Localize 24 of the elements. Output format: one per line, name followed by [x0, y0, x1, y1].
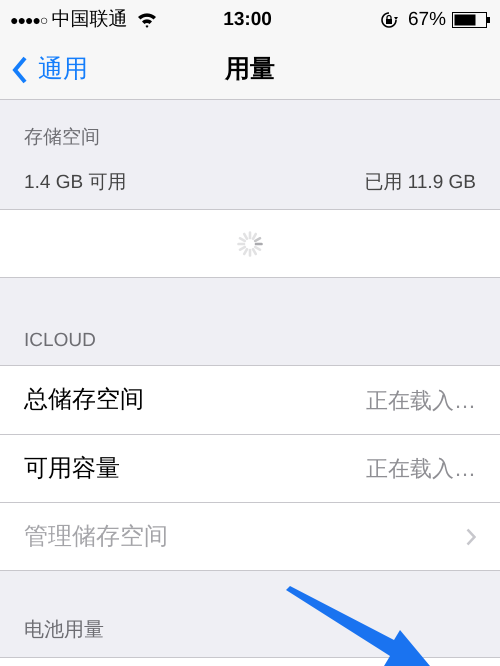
row-value: 正在载入… — [366, 455, 476, 483]
available-storage: 1.4 GB 可用 — [24, 170, 126, 194]
row-value: 正在载入… — [366, 386, 476, 414]
section-header: 存储空间 — [24, 126, 101, 150]
clock: 13:00 — [223, 8, 272, 32]
back-button[interactable]: 通用 — [12, 50, 88, 88]
page-title: 用量 — [225, 54, 275, 85]
chevron-left-icon — [12, 56, 28, 84]
used-storage: 已用 11.9 GB — [364, 170, 476, 194]
row-label: 管理储存空间 — [24, 522, 168, 552]
rotation-lock-icon — [380, 11, 398, 29]
signal-strength: ●●●●○ — [10, 10, 48, 30]
loading-spinner-icon — [237, 230, 263, 256]
carrier-name: 中国联通 — [51, 8, 128, 32]
row-label: 总储存空间 — [24, 385, 144, 415]
settings-row[interactable]: 可用容量 正在载入… — [0, 434, 500, 502]
settings-row[interactable]: 总储存空间 正在载入… — [0, 366, 500, 434]
wifi-icon — [137, 12, 158, 28]
section-header: 电池用量 — [24, 618, 104, 643]
row-label: 可用容量 — [24, 454, 120, 484]
battery-icon — [452, 12, 490, 28]
battery-percentage: 67% — [408, 8, 446, 32]
chevron-right-icon — [466, 528, 476, 546]
section-header: ICLOUD — [24, 328, 96, 352]
